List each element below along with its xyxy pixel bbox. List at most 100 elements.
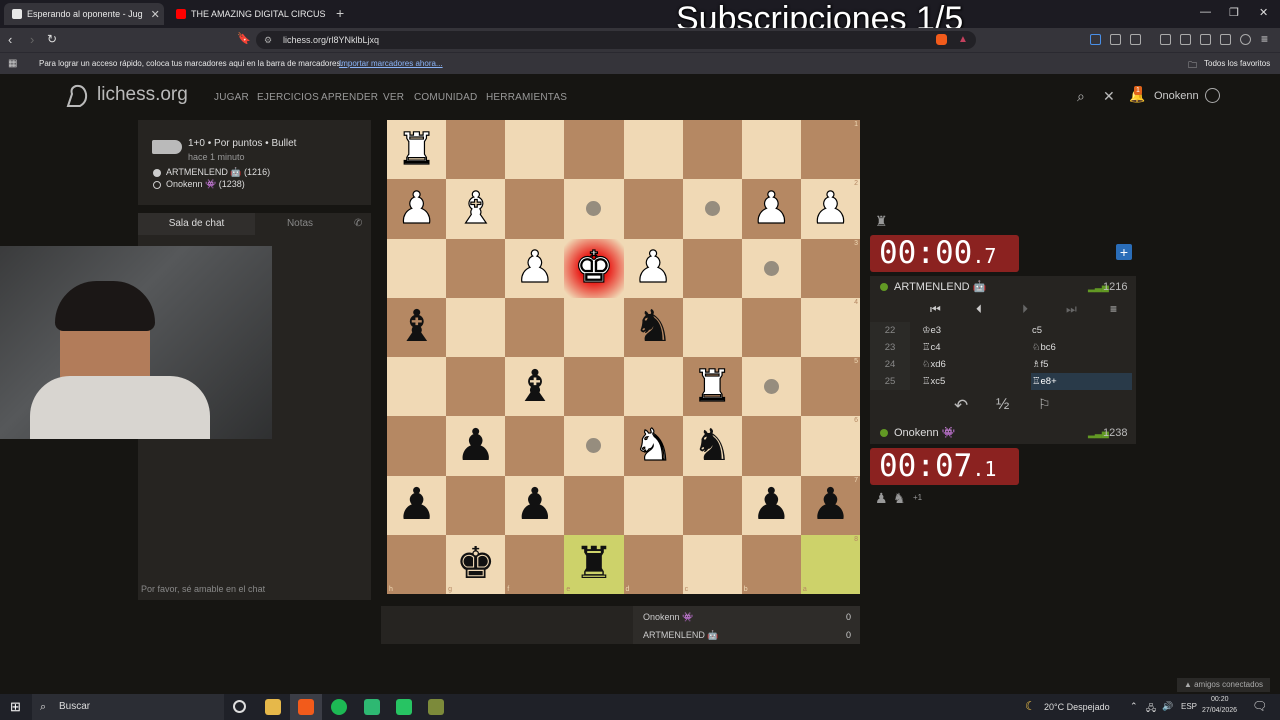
- chessboard[interactable]: ♜ 1 ♟ ♝ ♟ ♟ 2 ♟ ♚ ♟ 3 ♝ ♞ 4 ♝ ♜ 5 ♟ ♞ ♞ 6 ♟ ♟ ♟ ♟ 7 h ♚ g f ♜ e d c b 8 a: [387, 120, 860, 594]
- square-f4[interactable]: [505, 297, 565, 357]
- square-d6[interactable]: ♞: [623, 416, 683, 476]
- square-h4[interactable]: ♝: [387, 297, 447, 357]
- square-e4[interactable]: [564, 297, 624, 357]
- black-pawn-icon[interactable]: ♟: [397, 483, 436, 527]
- move-hint-dot[interactable]: [763, 379, 779, 395]
- nav-ver[interactable]: VER: [383, 92, 404, 103]
- black-knight-icon[interactable]: ♞: [633, 305, 672, 349]
- white-player-link[interactable]: ARTMENLEND 🤖 (1216): [166, 167, 270, 178]
- brave-rewards-icon[interactable]: ▲: [958, 34, 968, 45]
- window-close-icon[interactable]: ✕: [1259, 6, 1268, 19]
- audio-extension-icon[interactable]: [1090, 34, 1101, 45]
- black-player-link[interactable]: Onokenn 👾 (1238): [166, 179, 245, 190]
- close-tab-icon[interactable]: ✕: [151, 8, 160, 21]
- square-a2[interactable]: ♟ 2: [800, 179, 860, 239]
- square-f2[interactable]: [505, 179, 565, 239]
- nav-aprender[interactable]: APRENDER: [321, 92, 378, 103]
- square-c8[interactable]: c: [682, 534, 742, 594]
- url-field[interactable]: ⚙ lichess.org/rl8YNklbLjxq: [256, 31, 976, 49]
- minimize-icon[interactable]: —: [1200, 6, 1211, 18]
- square-d7[interactable]: [623, 475, 683, 535]
- square-d4[interactable]: ♞: [623, 297, 683, 357]
- square-g8[interactable]: ♚ g: [446, 534, 506, 594]
- nav-jugar[interactable]: JUGAR: [214, 92, 249, 103]
- clock-time[interactable]: 00:20: [1211, 696, 1229, 703]
- square-h3[interactable]: [387, 238, 447, 298]
- square-d5[interactable]: [623, 357, 683, 417]
- phone-icon[interactable]: ✆: [354, 218, 362, 229]
- square-g4[interactable]: [446, 297, 506, 357]
- apps-grid-icon[interactable]: ▦: [8, 58, 17, 69]
- windows-start-icon[interactable]: ⊞: [10, 699, 21, 715]
- move-hint-dot[interactable]: [763, 260, 779, 276]
- square-a1[interactable]: 1: [800, 120, 860, 180]
- square-a8[interactable]: 8a: [800, 534, 860, 594]
- media-icon[interactable]: [1160, 34, 1171, 45]
- square-a7[interactable]: ♟ 7: [800, 475, 860, 535]
- weather-text[interactable]: 20°C Despejado: [1044, 702, 1110, 712]
- search-icon[interactable]: ⌕: [1077, 88, 1085, 105]
- import-bookmarks-link[interactable]: Importar marcadores ahora...: [339, 59, 443, 68]
- square-e5[interactable]: [564, 357, 624, 417]
- square-c3[interactable]: [682, 238, 742, 298]
- square-d8[interactable]: d: [623, 534, 683, 594]
- square-b3[interactable]: [741, 238, 801, 298]
- back-icon[interactable]: ‹: [8, 32, 12, 47]
- white-king-icon[interactable]: ♚: [574, 245, 615, 290]
- square-b2[interactable]: ♟: [741, 179, 801, 239]
- tray-chevron-icon[interactable]: ⌃: [1130, 701, 1138, 712]
- square-c4[interactable]: [682, 297, 742, 357]
- square-e2[interactable]: [564, 179, 624, 239]
- square-h5[interactable]: [387, 357, 447, 417]
- black-pawn-icon[interactable]: ♟: [752, 483, 791, 527]
- user-menu[interactable]: Onokenn: [1154, 90, 1199, 102]
- square-b7[interactable]: ♟: [741, 475, 801, 535]
- reload-icon[interactable]: ↻: [47, 32, 57, 46]
- white-knight-icon[interactable]: ♞: [633, 423, 674, 468]
- white-pawn-icon[interactable]: ♟: [514, 245, 555, 290]
- network-icon[interactable]: 🖧: [1146, 701, 1156, 717]
- current-move[interactable]: ♖e8+: [1031, 373, 1132, 390]
- white-rook-icon[interactable]: ♜: [396, 127, 437, 172]
- black-bishop-icon[interactable]: ♝: [515, 364, 554, 409]
- volume-icon[interactable]: 🔊: [1162, 701, 1173, 712]
- prev-move-icon[interactable]: ⏴: [976, 302, 982, 317]
- square-c1[interactable]: [682, 120, 742, 180]
- resign-flag-icon[interactable]: ⚐: [1038, 396, 1051, 413]
- square-c7[interactable]: [682, 475, 742, 535]
- square-c2[interactable]: [682, 179, 742, 239]
- tab-notes[interactable]: Notas: [255, 213, 345, 235]
- square-g1[interactable]: [446, 120, 506, 180]
- tab-chat[interactable]: Sala de chat: [138, 213, 255, 235]
- square-f6[interactable]: [505, 416, 565, 476]
- square-a3[interactable]: 3: [800, 238, 860, 298]
- site-info-icon[interactable]: ⚙: [264, 31, 272, 49]
- cortana-icon[interactable]: [233, 700, 246, 713]
- square-f5[interactable]: ♝: [505, 357, 565, 417]
- square-f8[interactable]: f: [505, 534, 565, 594]
- square-a5[interactable]: 5: [800, 357, 860, 417]
- square-h2[interactable]: ♟: [387, 179, 447, 239]
- white-pawn-icon[interactable]: ♟: [751, 186, 792, 231]
- nav-herramientas[interactable]: HERRAMIENTAS: [486, 92, 567, 103]
- kick-icon[interactable]: [396, 699, 412, 715]
- whatsapp-icon[interactable]: [364, 699, 380, 715]
- lichess-logo-icon[interactable]: [62, 82, 90, 110]
- move-hint-dot[interactable]: [586, 201, 602, 217]
- white-pawn-icon[interactable]: ♟: [396, 186, 437, 231]
- brave-shields-icon[interactable]: [936, 34, 947, 45]
- black-rook-icon[interactable]: ♜: [574, 542, 613, 586]
- black-pawn-icon[interactable]: ♟: [811, 483, 850, 527]
- spotify-icon[interactable]: [331, 699, 347, 715]
- offer-draw-button[interactable]: ½: [996, 396, 1009, 414]
- black-bishop-icon[interactable]: ♝: [397, 305, 436, 349]
- square-b5[interactable]: [741, 357, 801, 417]
- square-b4[interactable]: [741, 297, 801, 357]
- move-hint-dot[interactable]: [586, 438, 602, 454]
- add-time-button[interactable]: +: [1116, 244, 1132, 260]
- square-e8[interactable]: ♜ e: [564, 534, 624, 594]
- black-knight-icon[interactable]: ♞: [692, 423, 731, 468]
- extensions-icon[interactable]: [1110, 34, 1121, 45]
- site-logo[interactable]: lichess.org: [97, 84, 188, 106]
- last-move-icon[interactable]: ⏭: [1066, 302, 1077, 317]
